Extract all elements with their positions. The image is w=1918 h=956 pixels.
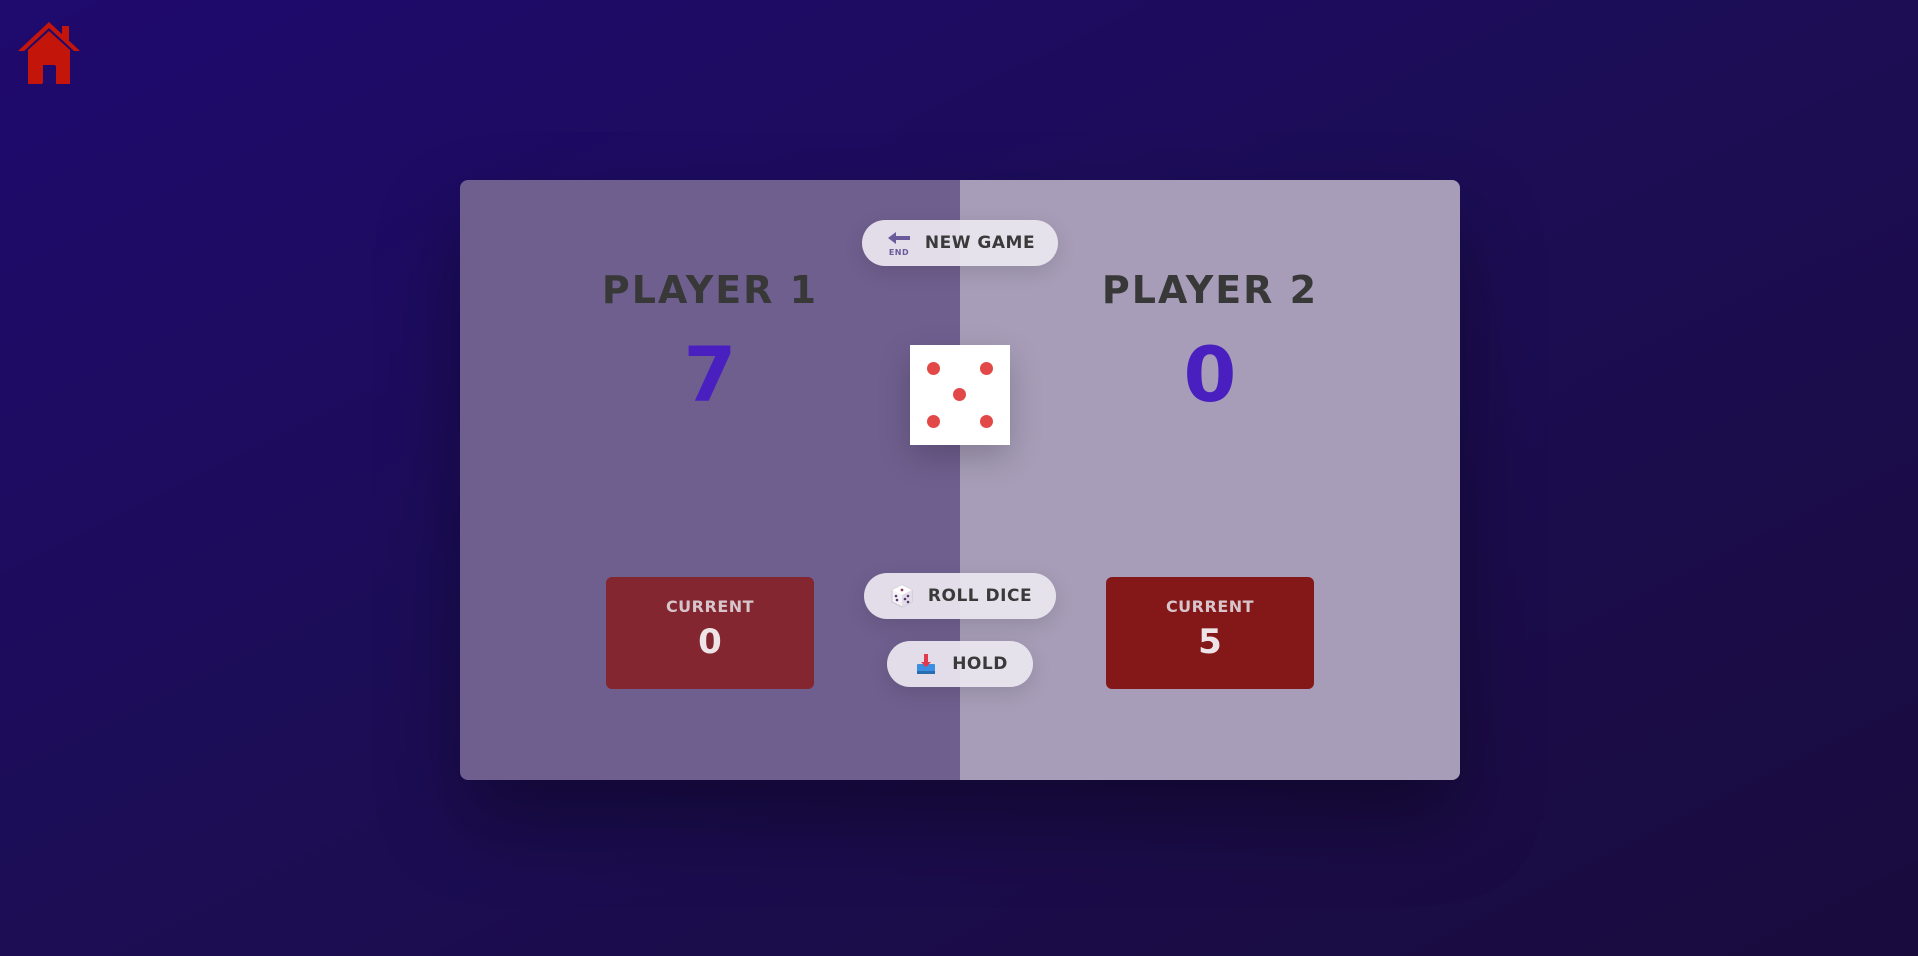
dice-pip <box>927 415 940 428</box>
player-1-current-value: 0 <box>698 622 722 662</box>
player-2-score: 0 <box>1183 330 1237 419</box>
new-game-label: NEW GAME <box>924 233 1036 253</box>
player-2-current-box: CURRENT 5 <box>1106 577 1314 689</box>
new-game-button[interactable]: END NEW GAME <box>862 220 1058 266</box>
dice-icon <box>888 582 916 610</box>
dice-pip <box>980 362 993 375</box>
roll-dice-button[interactable]: ROLL DICE <box>864 573 1056 619</box>
game-board: PLAYER 1 7 CURRENT 0 PLAYER 2 0 CURRENT … <box>460 180 1460 780</box>
player-1-score: 7 <box>683 330 737 419</box>
home-button[interactable] <box>16 18 82 84</box>
hold-button[interactable]: HOLD <box>887 641 1033 687</box>
dice-pip <box>953 388 966 401</box>
end-arrow-icon: END <box>885 229 913 257</box>
roll-dice-label: ROLL DICE <box>927 586 1033 606</box>
player-1-panel: PLAYER 1 7 CURRENT 0 <box>460 180 960 780</box>
player-1-current-box: CURRENT 0 <box>606 577 814 689</box>
player-1-name: PLAYER 1 <box>601 268 819 312</box>
player-2-current-label: CURRENT <box>1165 597 1255 616</box>
player-1-current-label: CURRENT <box>665 597 755 616</box>
dice-pip <box>980 415 993 428</box>
svg-text:END: END <box>889 248 909 257</box>
dice <box>910 345 1010 445</box>
hold-icon <box>912 650 940 678</box>
hold-label: HOLD <box>952 654 1008 674</box>
home-icon <box>18 22 80 84</box>
player-2-panel: PLAYER 2 0 CURRENT 5 <box>960 180 1460 780</box>
player-2-current-value: 5 <box>1198 622 1222 662</box>
player-2-name: PLAYER 2 <box>1101 268 1319 312</box>
dice-pip <box>927 362 940 375</box>
